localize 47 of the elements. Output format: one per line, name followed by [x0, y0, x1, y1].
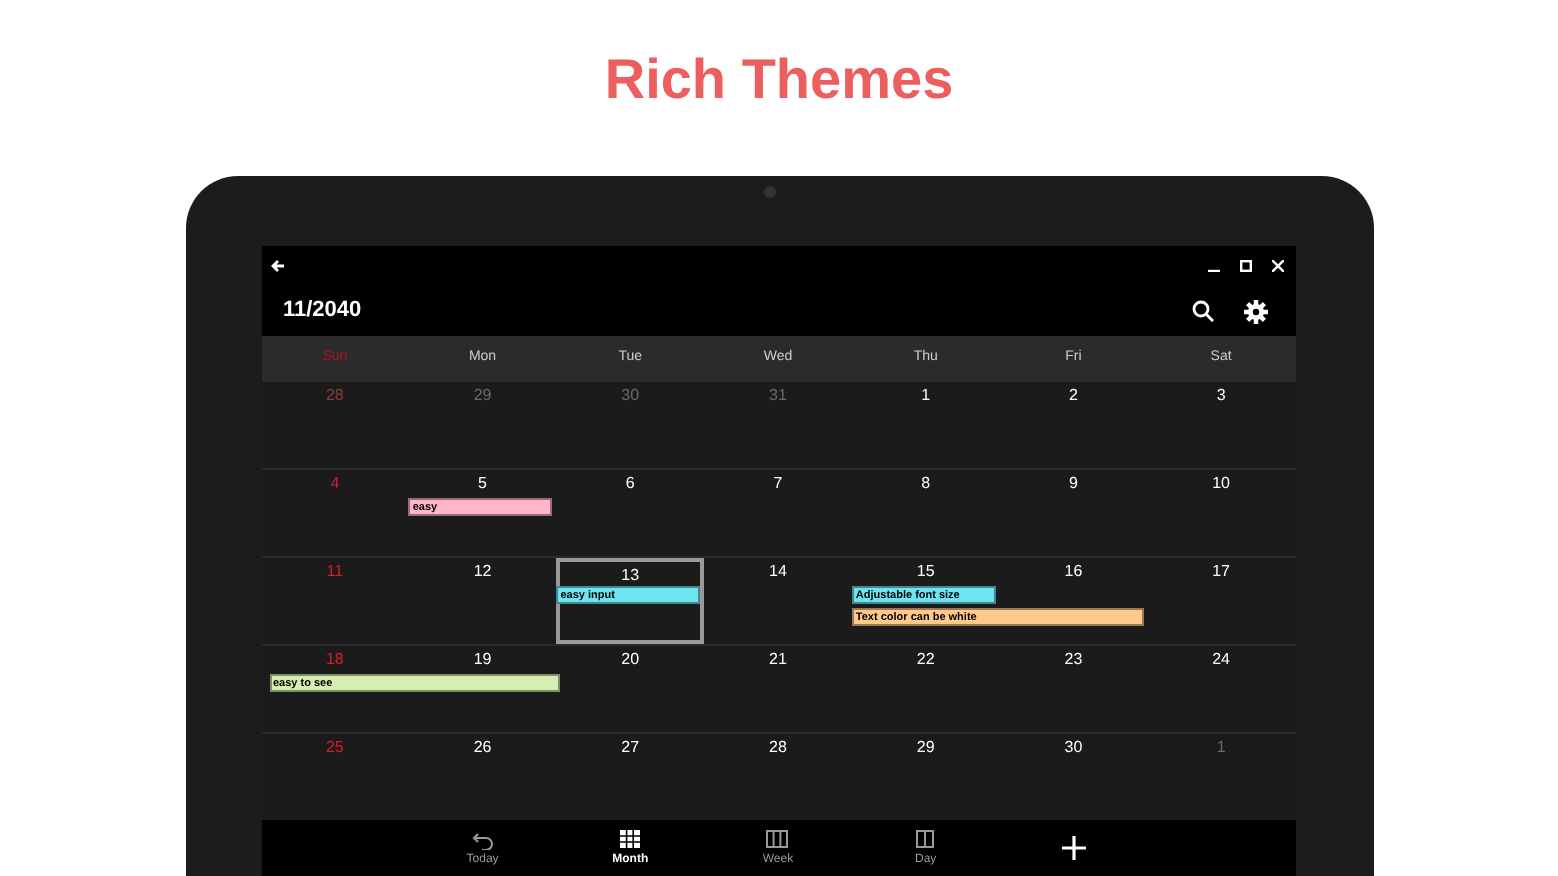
- day-number: 19: [473, 650, 492, 670]
- day-number: 24: [1212, 650, 1231, 670]
- day-number: 20: [621, 650, 640, 670]
- grid-icon: [619, 827, 642, 849]
- two-column-icon: [914, 827, 937, 849]
- day-number: 28: [769, 738, 787, 758]
- back-arrow-icon[interactable]: [269, 258, 285, 274]
- day-number: 15: [916, 562, 935, 582]
- day-number: 25: [325, 738, 344, 758]
- day-number: 27: [621, 738, 640, 758]
- day-number: 22: [916, 650, 935, 670]
- day-number: 12: [473, 562, 492, 582]
- day-number: 2: [1068, 386, 1078, 406]
- day-number: 7: [773, 474, 783, 494]
- day-number: 30: [1064, 738, 1083, 758]
- day-number: 29: [916, 738, 935, 758]
- day-number: 16: [1064, 562, 1083, 582]
- headline: Rich Themes: [604, 46, 954, 114]
- day-number: 13: [621, 566, 640, 586]
- search-icon[interactable]: [1191, 300, 1213, 322]
- settings-icon[interactable]: [1243, 299, 1267, 323]
- day-number: 5: [478, 474, 487, 494]
- three-column-icon: [766, 827, 789, 849]
- day-number: 29: [473, 386, 492, 406]
- day-number: 9: [1068, 474, 1078, 494]
- day-number: 11: [326, 562, 344, 582]
- day-number: 23: [1064, 650, 1083, 670]
- close-icon[interactable]: [1271, 260, 1283, 272]
- day-number: 3: [1216, 386, 1226, 406]
- undo-arrow-icon: [471, 827, 494, 849]
- day-number: 18: [325, 650, 344, 670]
- day-number: 28: [325, 386, 344, 406]
- day-number: 8: [921, 474, 931, 494]
- day-number: 17: [1212, 562, 1231, 582]
- day-number: 4: [330, 474, 340, 494]
- month-title: 11/2040: [283, 296, 362, 327]
- day-number: 6: [625, 474, 635, 494]
- day-number: 30: [621, 386, 640, 406]
- day-number: 1: [921, 386, 931, 406]
- day-number: 21: [769, 650, 787, 670]
- day-number: 26: [473, 738, 492, 758]
- day-number: 10: [1212, 474, 1231, 494]
- plus-icon: [1061, 836, 1086, 860]
- maximize-icon[interactable]: [1239, 260, 1251, 272]
- day-number: 1: [1216, 738, 1226, 758]
- day-number: 31: [769, 386, 787, 406]
- day-number: 14: [769, 562, 787, 582]
